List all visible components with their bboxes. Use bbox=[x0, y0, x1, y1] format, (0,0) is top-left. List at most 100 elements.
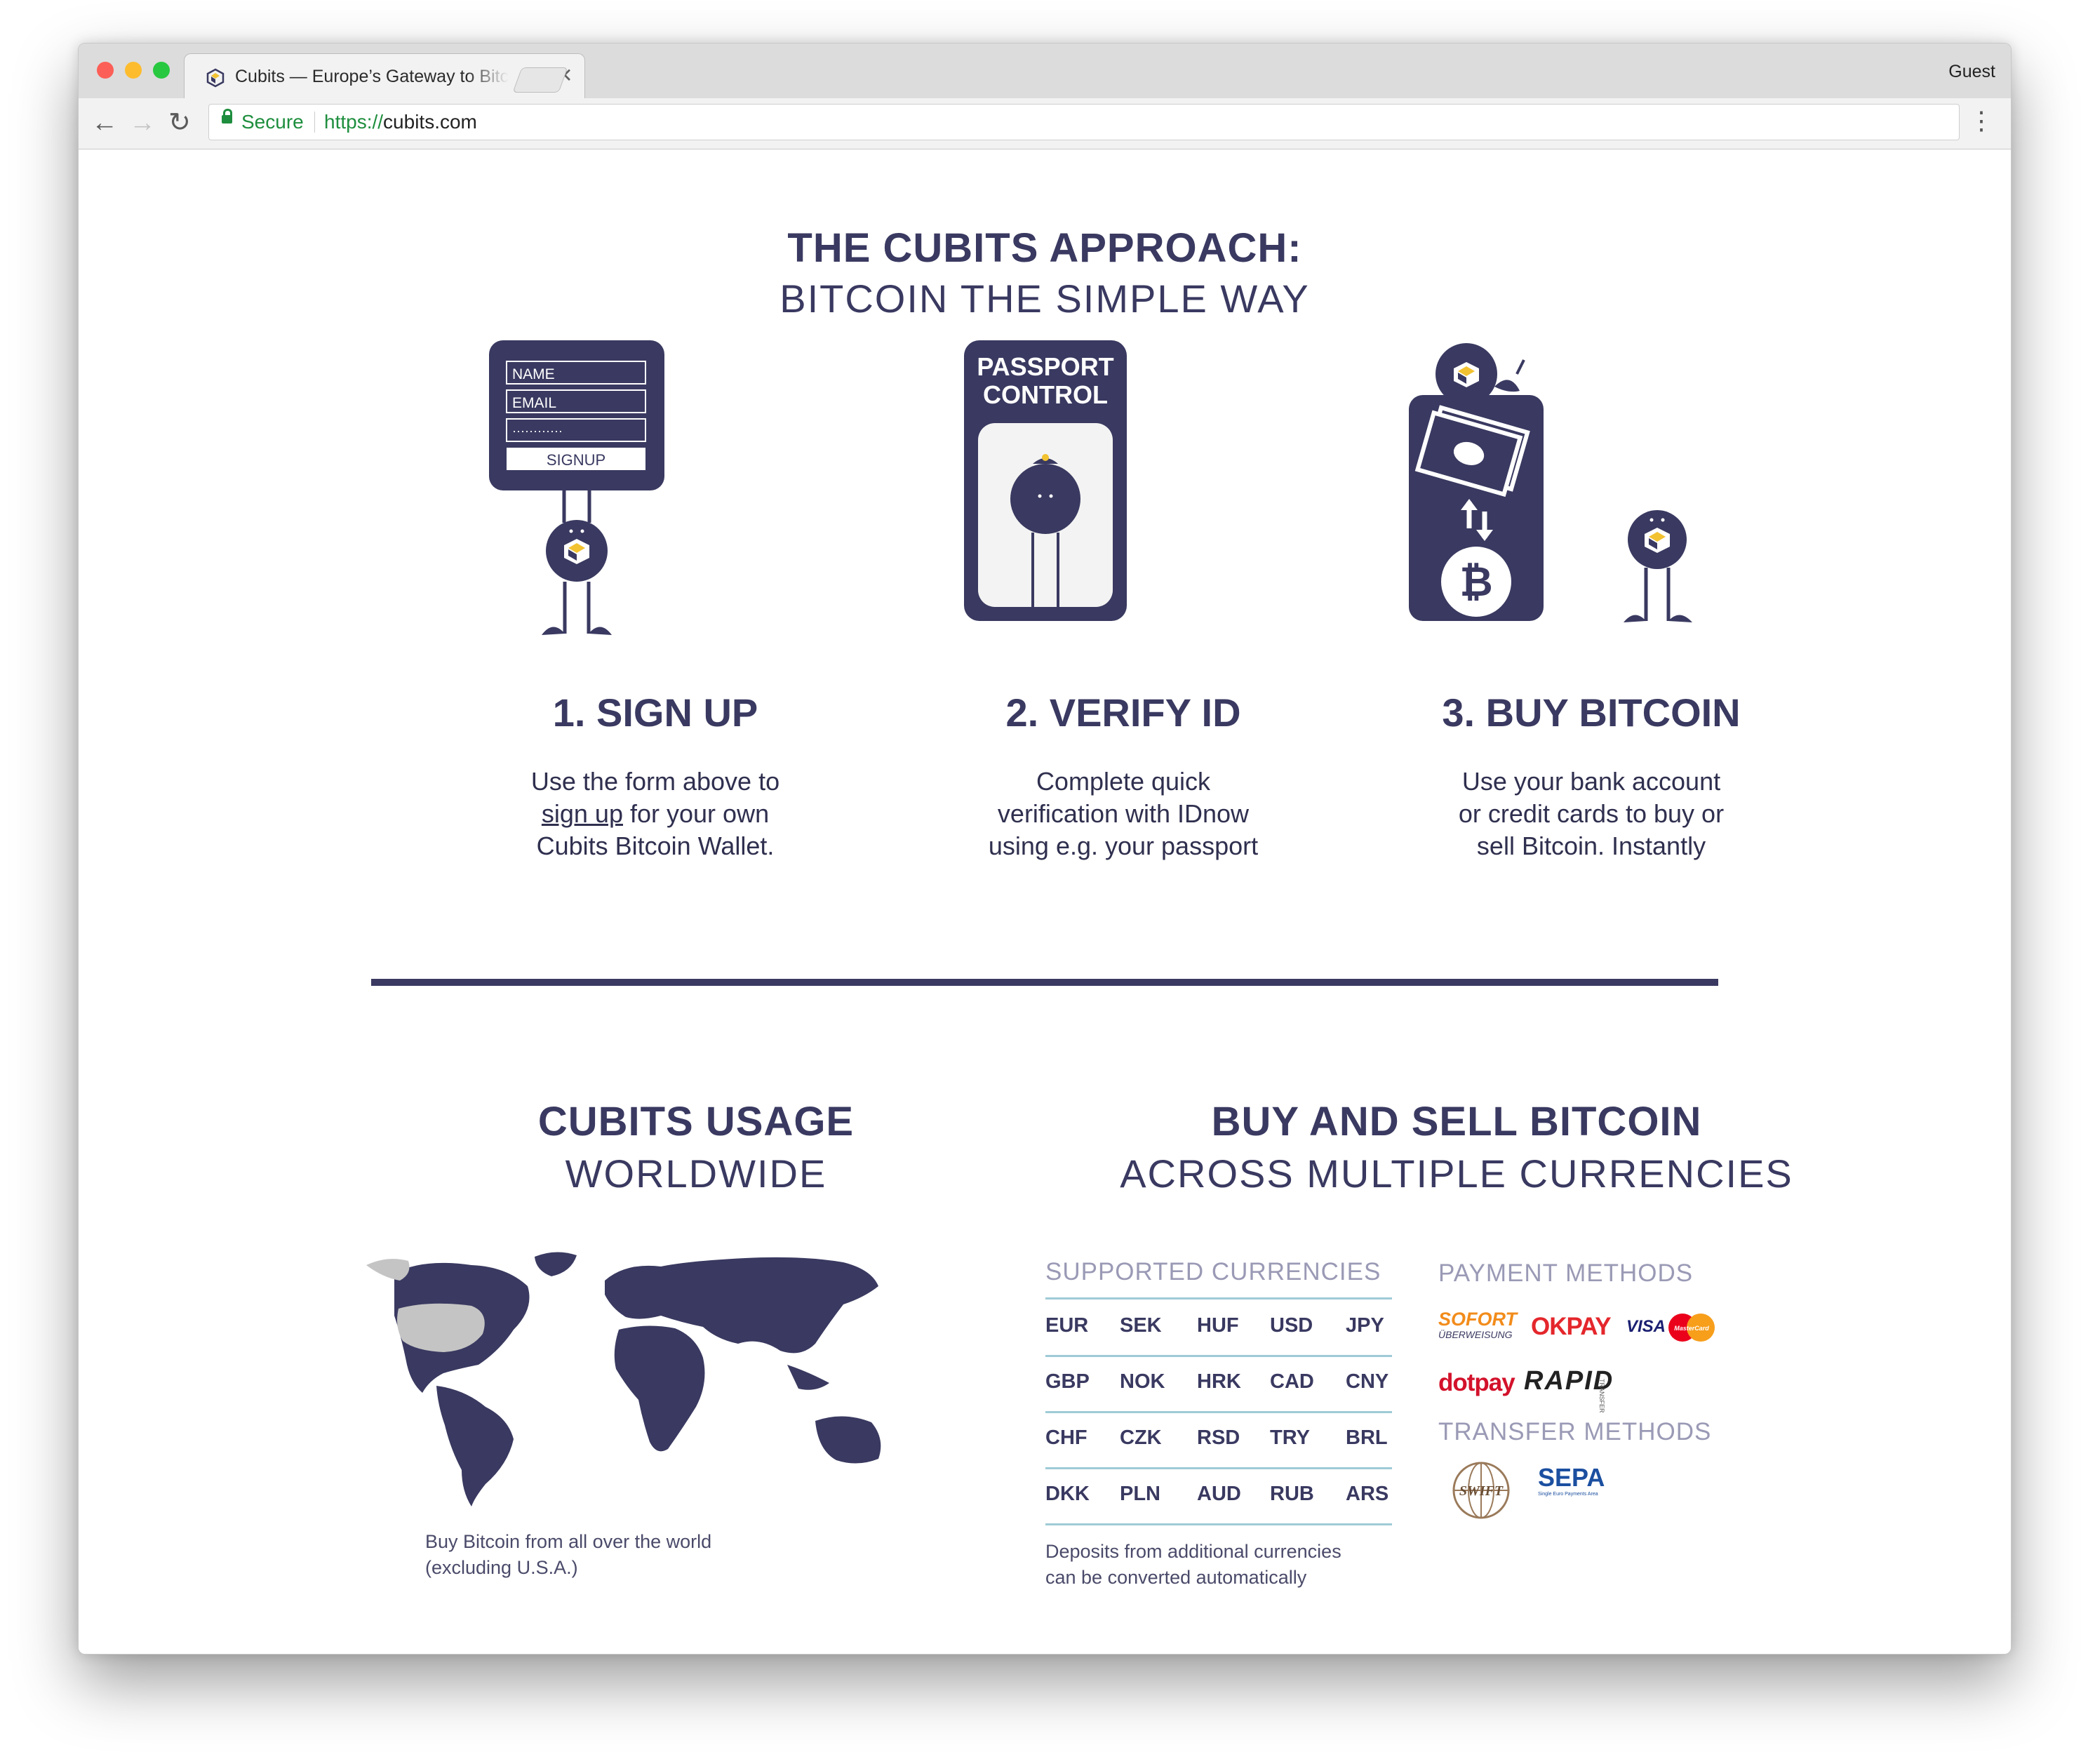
currency-code: HUF bbox=[1197, 1314, 1239, 1337]
passport-sign-line1: PASSPORT bbox=[977, 352, 1113, 381]
alaska-shape bbox=[366, 1259, 410, 1281]
currency-code: HRK bbox=[1197, 1370, 1241, 1393]
url-host: cubits.com bbox=[383, 111, 477, 133]
usage-caption-line2: (excluding U.S.A.) bbox=[425, 1557, 578, 1578]
dotpay-logo: dotpay bbox=[1438, 1369, 1515, 1396]
approach-subtitle: BITCOIN THE SIMPLE WAY bbox=[779, 276, 1310, 321]
currency-code: USD bbox=[1270, 1314, 1313, 1337]
currency-code: BRL bbox=[1346, 1426, 1388, 1449]
bitcoin-icon: ₿ bbox=[1441, 547, 1511, 617]
currency-code: RUB bbox=[1270, 1483, 1314, 1505]
currency-code: TRY bbox=[1270, 1426, 1310, 1449]
africa-shape bbox=[614, 1325, 705, 1452]
approach-title: THE CUBITS APPROACH: bbox=[787, 225, 1302, 271]
step-2-line2: verification with IDnow bbox=[997, 799, 1250, 828]
transfer-methods-heading: TRANSFER METHODS bbox=[1438, 1418, 1712, 1445]
step-1-title: 1. SIGN UP bbox=[552, 690, 758, 735]
profile-label[interactable]: Guest bbox=[1948, 62, 1995, 82]
swift-logo: SWIFT bbox=[1452, 1462, 1510, 1519]
currencies-title: BUY AND SELL BITCOIN bbox=[1211, 1099, 1702, 1144]
sofort-label: SOFORT bbox=[1438, 1309, 1518, 1330]
signup-illustration: NAME EMAIL ············ SIGNUP bbox=[489, 340, 664, 635]
currencies-subtitle: ACROSS MULTIPLE CURRENCIES bbox=[1120, 1151, 1793, 1196]
url-text: https://cubits.com bbox=[324, 111, 477, 133]
browser-toolbar: ← → ↻ Secure https://cubits.com ⋮ bbox=[79, 98, 2011, 149]
signup-password-field: ············ bbox=[512, 424, 563, 438]
address-bar[interactable]: Secure https://cubits.com bbox=[208, 104, 1960, 140]
back-icon[interactable]: ← bbox=[91, 105, 118, 140]
step-1-line3: Cubits Bitcoin Wallet. bbox=[536, 831, 775, 860]
close-window-button[interactable] bbox=[97, 62, 114, 79]
currency-code: CNY bbox=[1346, 1370, 1389, 1393]
step-1-description: Use the form above to sign up for your o… bbox=[473, 766, 838, 862]
sepa-logo: SEPA Single Euro Payments Area bbox=[1538, 1464, 1622, 1498]
buy-bitcoin-illustration: ₿ bbox=[1409, 343, 1692, 622]
passport-control-illustration: PASSPORT CONTROL bbox=[964, 340, 1127, 621]
currency-code: CHF bbox=[1045, 1426, 1088, 1449]
currencies-note: Deposits from additional currencies can … bbox=[1045, 1539, 1341, 1591]
currency-code: SEK bbox=[1120, 1314, 1162, 1337]
step-2-title: 2. VERIFY ID bbox=[1005, 690, 1241, 735]
currency-code: ARS bbox=[1346, 1483, 1389, 1505]
cubits-favicon-icon bbox=[206, 68, 225, 88]
tab-strip: Cubits — Europe’s Gateway to Bitcoin ✕ G… bbox=[79, 44, 2011, 99]
currencies-note-line1: Deposits from additional currencies bbox=[1045, 1541, 1341, 1562]
minimize-window-button[interactable] bbox=[125, 62, 142, 79]
greenland-shape bbox=[535, 1252, 577, 1276]
sign-up-link[interactable]: sign up bbox=[542, 799, 623, 828]
passport-sign-line2: CONTROL bbox=[983, 380, 1108, 409]
step-1-line1: Use the form above to bbox=[530, 767, 780, 796]
step-3-line3: sell Bitcoin. Instantly bbox=[1476, 831, 1706, 860]
currency-row-divider bbox=[1045, 1355, 1392, 1357]
currency-row-divider bbox=[1045, 1411, 1392, 1413]
sofort-sublabel: ÜBERWEISUNG bbox=[1438, 1329, 1513, 1340]
step-3-line2: or credit cards to buy or bbox=[1458, 799, 1725, 828]
svg-text:₿: ₿ bbox=[1459, 558, 1492, 606]
currency-code: RSD bbox=[1197, 1426, 1240, 1449]
usage-caption: Buy Bitcoin from all over the world (exc… bbox=[425, 1529, 711, 1581]
step-2-description: Complete quick verification with IDnow u… bbox=[941, 766, 1306, 862]
browser-menu-icon[interactable]: ⋮ bbox=[1969, 107, 1994, 135]
currency-code: DKK bbox=[1045, 1483, 1090, 1505]
currencies-note-line2: can be converted automatically bbox=[1045, 1567, 1307, 1588]
step-3-title: 3. BUY BITCOIN bbox=[1442, 690, 1741, 735]
step-2-line1: Complete quick bbox=[1036, 767, 1211, 796]
signup-form-button: SIGNUP bbox=[547, 451, 605, 469]
currency-code: AUD bbox=[1197, 1483, 1241, 1505]
south-america-shape bbox=[436, 1386, 514, 1506]
lock-icon bbox=[222, 109, 232, 123]
step-3-line1: Use your bank account bbox=[1461, 767, 1721, 796]
reload-icon[interactable]: ↻ bbox=[168, 105, 191, 140]
new-tab-button[interactable] bbox=[512, 67, 568, 93]
okpay-logo: OKPAY bbox=[1531, 1313, 1612, 1340]
currency-code: PLN bbox=[1120, 1483, 1160, 1505]
usage-subtitle: WORLDWIDE bbox=[565, 1151, 827, 1196]
step-3-description: Use your bank account or credit cards to… bbox=[1409, 766, 1774, 862]
omnibox-separator bbox=[314, 112, 315, 133]
australia-shape bbox=[815, 1416, 881, 1464]
currency-code: JPY bbox=[1346, 1314, 1384, 1337]
sepa-label: SEPA bbox=[1538, 1463, 1605, 1492]
forward-icon[interactable]: → bbox=[129, 105, 156, 140]
page-content: THE CUBITS APPROACH: BITCOIN THE SIMPLE … bbox=[79, 149, 2011, 1654]
world-map bbox=[366, 1252, 881, 1506]
currency-code: NOK bbox=[1120, 1370, 1165, 1393]
payment-methods-heading: PAYMENT METHODS bbox=[1438, 1259, 1694, 1287]
swift-label: SWIFT bbox=[1459, 1483, 1504, 1499]
step-2-line3: using e.g. your passport bbox=[988, 831, 1259, 860]
signup-email-field: EMAIL bbox=[512, 395, 556, 411]
usage-caption-line1: Buy Bitcoin from all over the world bbox=[425, 1531, 712, 1552]
sepa-sublabel: Single Euro Payments Area bbox=[1538, 1492, 1598, 1497]
southeast-asia-shape bbox=[787, 1365, 829, 1390]
usage-title: CUBITS USAGE bbox=[537, 1099, 855, 1144]
sofort-logo: SOFORT ÜBERWEISUNG bbox=[1438, 1310, 1522, 1342]
currency-code: CAD bbox=[1270, 1370, 1314, 1393]
signup-name-field: NAME bbox=[512, 366, 555, 382]
currency-row-divider bbox=[1045, 1467, 1392, 1469]
currency-row-divider bbox=[1045, 1297, 1392, 1299]
maximize-window-button[interactable] bbox=[153, 62, 170, 79]
url-scheme: https:// bbox=[324, 111, 384, 133]
section-divider bbox=[371, 979, 1718, 986]
visa-logo: VISA bbox=[1626, 1317, 1666, 1336]
step-1-line2: for your own bbox=[630, 799, 770, 828]
